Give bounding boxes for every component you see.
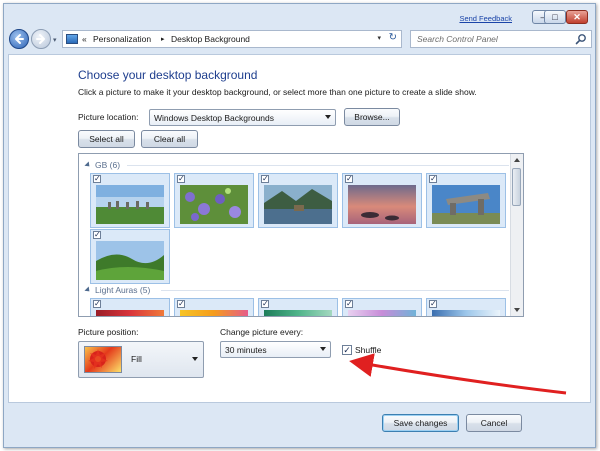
picture-location-select[interactable]: Windows Desktop Backgrounds — [149, 109, 336, 126]
control-panel-icon — [66, 34, 78, 44]
search-placeholder: Search Control Panel — [417, 34, 498, 44]
chevron-down-icon — [192, 357, 198, 361]
scroll-down-icon[interactable] — [514, 308, 520, 312]
wallpaper-thumbnail[interactable]: ✓ — [90, 298, 170, 316]
sunset-coast-rocks-image — [348, 185, 416, 224]
position-preview-image — [84, 346, 122, 373]
search-icon[interactable] — [575, 33, 587, 45]
scroll-up-icon[interactable] — [514, 158, 520, 162]
wallpaper-thumbnail[interactable]: ✓ — [174, 298, 254, 316]
navigation-bar: ▾ « Personalization ▸ Desktop Background… — [4, 26, 595, 52]
wallpaper-thumbnail[interactable]: ✓ — [90, 229, 170, 284]
change-interval-value: 30 minutes — [225, 345, 267, 355]
picture-gallery[interactable]: GB (6) ✓ ✓ ✓ ✓ ✓ ✓ Light Auras (5) ✓ ✓ ✓… — [78, 153, 524, 317]
breadcrumb-overflow[interactable]: « — [82, 34, 87, 44]
maximize-button[interactable]: □ — [544, 10, 566, 24]
thumbnail-checkbox[interactable]: ✓ — [345, 300, 353, 308]
group-header-light-auras[interactable]: Light Auras (5) — [84, 285, 151, 295]
wallpaper-thumbnail[interactable]: ✓ — [342, 298, 422, 316]
recent-pages-dropdown[interactable]: ▾ — [53, 36, 57, 44]
collapse-triangle-icon — [84, 161, 92, 169]
back-arrow-icon — [15, 34, 24, 44]
thumbnail-checkbox[interactable]: ✓ — [429, 300, 437, 308]
cancel-button[interactable]: Cancel — [466, 414, 522, 432]
breadcrumb-desktop-background[interactable]: Desktop Background — [171, 34, 250, 44]
refresh-icon[interactable]: ↻ — [389, 32, 397, 43]
breadcrumb-separator[interactable]: ▸ — [161, 35, 165, 43]
thumbnail-checkbox[interactable]: ✓ — [261, 300, 269, 308]
aura-orange-image — [180, 310, 248, 316]
wallpaper-thumbnail[interactable]: ✓ — [258, 173, 338, 228]
group-divider — [161, 290, 509, 291]
flower-preview-icon — [88, 349, 108, 369]
chevron-down-icon — [325, 115, 331, 119]
group-title: GB (6) — [95, 160, 121, 170]
wallpaper-thumbnail[interactable]: ✓ — [426, 173, 506, 228]
clear-all-button[interactable]: Clear all — [141, 130, 198, 148]
change-interval-select[interactable]: 30 minutes — [220, 341, 331, 358]
wallpaper-thumbnail[interactable]: ✓ — [258, 298, 338, 316]
group-header-gb[interactable]: GB (6) — [84, 160, 121, 170]
landscape-stone-circle-image — [96, 185, 164, 224]
wallpaper-thumbnail[interactable]: ✓ — [426, 298, 506, 316]
wallpaper-thumbnail[interactable]: ✓ — [342, 173, 422, 228]
thumbnail-checkbox[interactable]: ✓ — [93, 231, 101, 239]
change-interval-label: Change picture every: — [220, 327, 304, 337]
address-bar[interactable]: « Personalization ▸ Desktop Background ▾… — [62, 30, 402, 48]
aura-blue-image — [432, 310, 500, 316]
search-box[interactable]: Search Control Panel — [410, 30, 592, 48]
picture-position-select[interactable]: Fill — [78, 341, 204, 378]
collapse-triangle-icon — [84, 286, 92, 294]
thumbnail-checkbox[interactable]: ✓ — [93, 300, 101, 308]
send-feedback-link[interactable]: Send Feedback — [459, 14, 512, 23]
picture-location-label: Picture location: — [78, 112, 139, 122]
shuffle-checkbox[interactable]: ✓ — [342, 345, 352, 355]
address-dropdown-button[interactable]: ▾ — [377, 34, 381, 42]
back-button[interactable] — [9, 29, 29, 49]
breadcrumb-personalization[interactable]: Personalization — [93, 34, 151, 44]
aura-violet-image — [348, 310, 416, 316]
save-changes-button[interactable]: Save changes — [382, 414, 459, 432]
control-panel-window: Send Feedback – □ ✕ ▾ « Personalization … — [3, 3, 596, 448]
thumbnail-checkbox[interactable]: ✓ — [429, 175, 437, 183]
aura-green-image — [264, 310, 332, 316]
aura-red-image — [96, 310, 164, 316]
browse-button[interactable]: Browse... — [344, 108, 400, 126]
picture-position-value: Fill — [131, 354, 142, 364]
stone-dolmen-image — [432, 185, 500, 224]
scrollbar-thumb[interactable] — [512, 168, 521, 206]
thumbnail-checkbox[interactable]: ✓ — [177, 175, 185, 183]
shuffle-label[interactable]: Shuffle — [355, 345, 381, 355]
green-valley-image — [96, 241, 164, 280]
thumbnail-checkbox[interactable]: ✓ — [345, 175, 353, 183]
content-pane: Choose your desktop background Click a p… — [8, 54, 591, 403]
wallpaper-thumbnail[interactable]: ✓ — [174, 173, 254, 228]
picture-position-label: Picture position: — [78, 327, 139, 337]
forward-button[interactable] — [31, 29, 51, 49]
bluebell-flowers-image — [180, 185, 248, 224]
close-button[interactable]: ✕ — [566, 10, 588, 24]
page-title: Choose your desktop background — [78, 68, 258, 82]
select-all-button[interactable]: Select all — [78, 130, 135, 148]
thumbnail-checkbox[interactable]: ✓ — [93, 175, 101, 183]
instructions-text: Click a picture to make it your desktop … — [78, 87, 477, 97]
thumbnail-checkbox[interactable]: ✓ — [177, 300, 185, 308]
picture-location-value: Windows Desktop Backgrounds — [154, 113, 275, 123]
group-divider — [127, 165, 509, 166]
forward-arrow-icon — [36, 34, 45, 44]
thumbnail-checkbox[interactable]: ✓ — [261, 175, 269, 183]
lake-mountains-image — [264, 185, 332, 224]
gallery-scrollbar[interactable] — [510, 154, 523, 316]
chevron-down-icon — [320, 347, 326, 351]
title-bar: Send Feedback – □ ✕ — [4, 4, 595, 24]
group-title: Light Auras (5) — [95, 285, 151, 295]
wallpaper-thumbnail[interactable]: ✓ — [90, 173, 170, 228]
